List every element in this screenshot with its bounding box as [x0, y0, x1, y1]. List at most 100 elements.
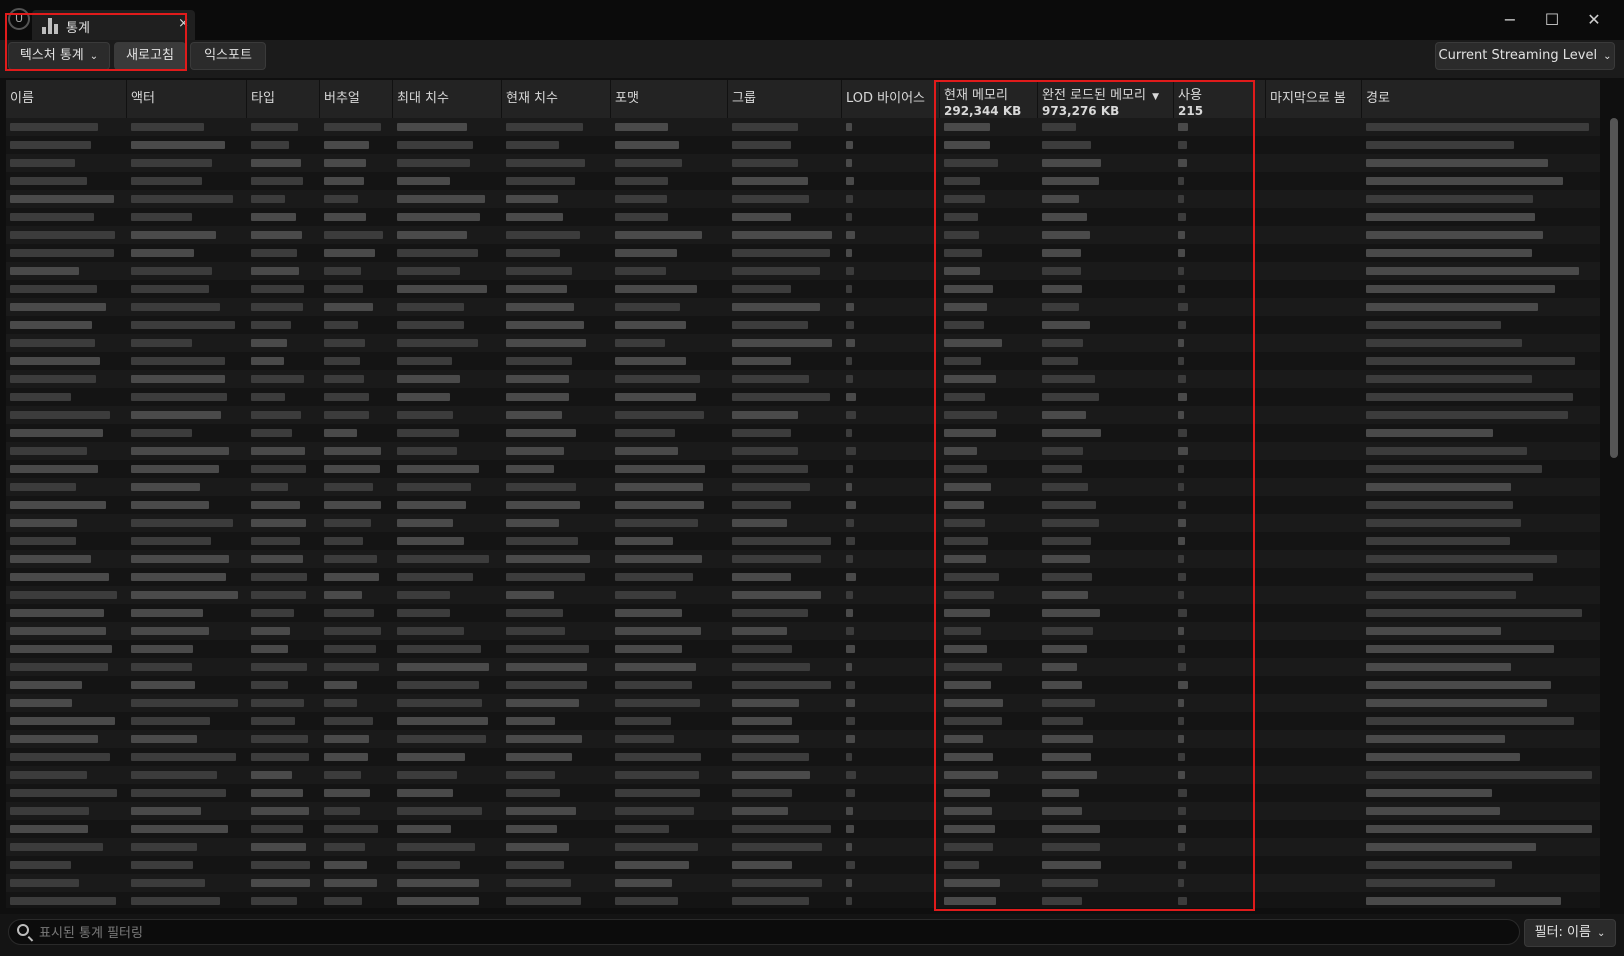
table-row[interactable] — [6, 802, 1600, 820]
table-row[interactable] — [6, 118, 1600, 136]
table-row[interactable] — [6, 730, 1600, 748]
table-row[interactable] — [6, 262, 1600, 280]
maximize-icon[interactable]: ☐ — [1537, 10, 1567, 29]
table-row[interactable] — [6, 460, 1600, 478]
column-header-path[interactable]: 경로 — [1362, 80, 1600, 118]
table-row[interactable] — [6, 370, 1600, 388]
table-row[interactable] — [6, 748, 1600, 766]
column-header-type[interactable]: 타입 — [247, 80, 320, 118]
table-row[interactable] — [6, 586, 1600, 604]
obscured-cell — [1366, 195, 1533, 203]
table-row[interactable] — [6, 244, 1600, 262]
table-row[interactable] — [6, 226, 1600, 244]
table-row[interactable] — [6, 568, 1600, 586]
obscured-cell — [506, 447, 564, 455]
tab-close-icon[interactable]: × — [178, 16, 189, 31]
table-row[interactable] — [6, 280, 1600, 298]
table-row[interactable] — [6, 514, 1600, 532]
table-row[interactable] — [6, 766, 1600, 784]
obscured-cell — [1366, 465, 1542, 473]
table-row[interactable] — [6, 388, 1600, 406]
column-header-format[interactable]: 포맷 — [611, 80, 728, 118]
obscured-cell — [732, 195, 809, 203]
table-row[interactable] — [6, 136, 1600, 154]
obscured-cell — [506, 645, 589, 653]
obscured-cell — [506, 663, 587, 671]
table-row[interactable] — [6, 550, 1600, 568]
obscured-cell — [615, 483, 703, 491]
table-row[interactable] — [6, 208, 1600, 226]
table-row[interactable] — [6, 406, 1600, 424]
obscured-cell — [397, 393, 450, 401]
table-row[interactable] — [6, 604, 1600, 622]
column-header-name[interactable]: 이름 — [6, 80, 127, 118]
table-row[interactable] — [6, 694, 1600, 712]
column-header-max-dimension[interactable]: 최대 치수 — [393, 80, 502, 118]
table-row[interactable] — [6, 154, 1600, 172]
column-header-current-memory[interactable]: 현재 메모리 292,344 KB — [940, 80, 1038, 118]
minimize-icon[interactable]: − — [1495, 10, 1525, 29]
vertical-scrollbar[interactable] — [1610, 118, 1618, 458]
obscured-cell — [615, 429, 675, 437]
obscured-cell — [397, 771, 457, 779]
column-header-last-seen[interactable]: 마지막으로 봄 — [1266, 80, 1362, 118]
column-header-virtual[interactable]: 버추얼 — [320, 80, 393, 118]
table-row[interactable] — [6, 478, 1600, 496]
table-row[interactable] — [6, 784, 1600, 802]
obscured-cell — [131, 807, 201, 815]
table-row[interactable] — [6, 190, 1600, 208]
close-window-icon[interactable]: ✕ — [1579, 10, 1609, 29]
obscured-cell — [732, 609, 808, 617]
tab-statistics[interactable]: 통계 × — [32, 10, 195, 40]
obscured-cell — [1366, 699, 1547, 707]
table-row[interactable] — [6, 496, 1600, 514]
table-row[interactable] — [6, 532, 1600, 550]
table-row[interactable] — [6, 316, 1600, 334]
obscured-cell — [1366, 591, 1516, 599]
obscured-cell — [1178, 771, 1185, 779]
obscured-cell — [131, 789, 226, 797]
obscured-cell — [397, 357, 452, 365]
table-row[interactable] — [6, 172, 1600, 190]
table-row[interactable] — [6, 640, 1600, 658]
unreal-logo-icon[interactable]: U — [8, 8, 30, 30]
obscured-cell — [1178, 897, 1187, 905]
obscured-cell — [1178, 339, 1184, 347]
table-row[interactable] — [6, 352, 1600, 370]
table-row[interactable] — [6, 820, 1600, 838]
filter-input[interactable] — [37, 922, 1501, 944]
obscured-cell — [732, 753, 809, 761]
streaming-level-dropdown[interactable]: Current Streaming Level ⌄ — [1435, 42, 1615, 70]
table-row[interactable] — [6, 874, 1600, 892]
column-header-lod-bias[interactable]: LOD 바이어스 — [842, 80, 940, 118]
table-row[interactable] — [6, 658, 1600, 676]
export-button[interactable]: 익스포트 — [190, 42, 266, 70]
table-row[interactable] — [6, 712, 1600, 730]
filter-type-dropdown[interactable]: 필터: 이름 ⌄ — [1524, 919, 1616, 947]
table-body[interactable] — [6, 118, 1600, 908]
column-header-fully-loaded-memory[interactable]: 완전 로드된 메모리 973,276 KB ▼ — [1038, 80, 1174, 118]
obscured-cell — [397, 411, 453, 419]
filter-search-box[interactable] — [8, 919, 1520, 945]
column-header-current-dimension[interactable]: 현재 치수 — [502, 80, 611, 118]
refresh-button[interactable]: 새로고침 — [114, 42, 186, 70]
obscured-cell — [615, 825, 669, 833]
column-header-actor[interactable]: 액터 — [127, 80, 247, 118]
column-header-usage[interactable]: 사용 215 — [1174, 80, 1266, 118]
table-row[interactable] — [6, 424, 1600, 442]
table-row[interactable] — [6, 856, 1600, 874]
obscured-cell — [506, 267, 572, 275]
obscured-cell — [1042, 825, 1100, 833]
table-row[interactable] — [6, 622, 1600, 640]
obscured-cell — [131, 555, 229, 563]
table-row[interactable] — [6, 442, 1600, 460]
table-row[interactable] — [6, 892, 1600, 908]
stats-type-dropdown[interactable]: 텍스처 통계 ⌄ — [8, 42, 110, 70]
table-row[interactable] — [6, 334, 1600, 352]
column-header-group[interactable]: 그룹 — [728, 80, 842, 118]
obscured-cell — [1178, 591, 1184, 599]
table-row[interactable] — [6, 676, 1600, 694]
obscured-cell — [397, 375, 460, 383]
table-row[interactable] — [6, 838, 1600, 856]
table-row[interactable] — [6, 298, 1600, 316]
